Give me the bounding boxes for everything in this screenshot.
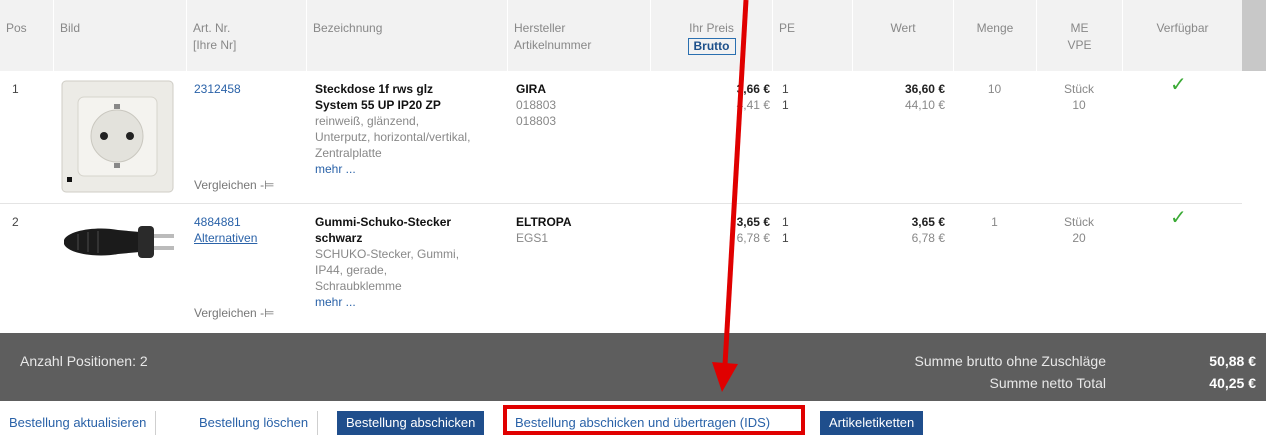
red-arrow-icon — [712, 0, 749, 392]
